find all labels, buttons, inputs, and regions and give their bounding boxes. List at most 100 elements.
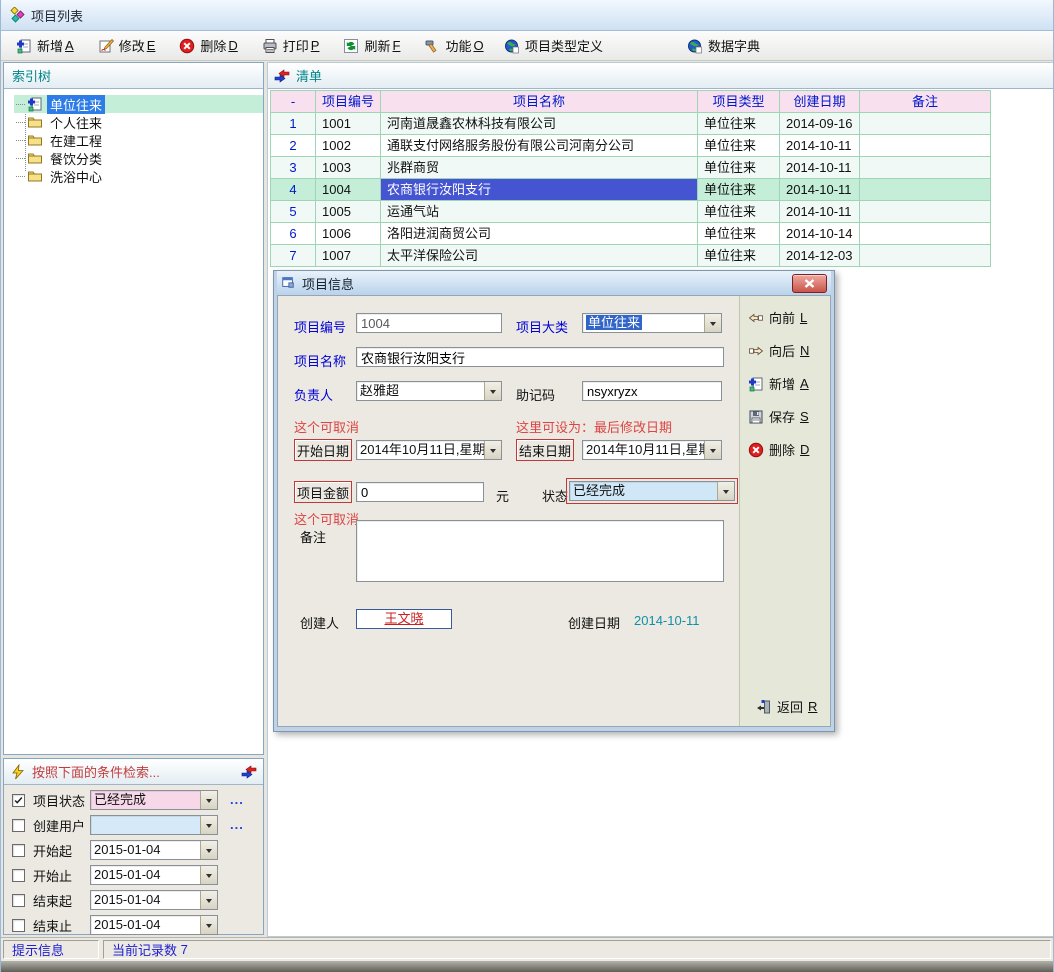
more-options-button[interactable]: ... <box>230 795 244 805</box>
condition-checkbox[interactable] <box>12 919 25 932</box>
project-code-cell[interactable]: 1007 <box>316 245 381 267</box>
remark-cell[interactable] <box>860 113 991 135</box>
row-number[interactable]: 5 <box>271 201 316 223</box>
project-code-cell[interactable]: 1001 <box>316 113 381 135</box>
sidebar-item[interactable]: 个人往来 <box>14 113 263 131</box>
project-name-cell[interactable]: 农商银行汝阳支行 <box>381 179 698 201</box>
dialog-button-n[interactable]: 向后 N <box>748 341 830 360</box>
condition-checkbox[interactable] <box>12 894 25 907</box>
end-date-button[interactable]: 结束日期 <box>516 439 574 461</box>
combo-arrow-button[interactable] <box>200 816 217 834</box>
condition-checkbox[interactable] <box>12 844 25 857</box>
sidebar-item[interactable]: 单位往来 <box>14 95 263 113</box>
sidebar-item[interactable]: 在建工程 <box>14 131 263 149</box>
row-number[interactable]: 6 <box>271 223 316 245</box>
remark-cell[interactable] <box>860 245 991 267</box>
project-name-cell[interactable]: 河南道晟鑫农林科技有限公司 <box>381 113 698 135</box>
condition-checkbox[interactable] <box>12 869 25 882</box>
create-date-cell[interactable]: 2014-09-16 <box>780 113 860 135</box>
start-date-combobox[interactable]: 2014年10月11日,星期: <box>356 440 502 460</box>
remark-cell[interactable] <box>860 157 991 179</box>
remark-cell[interactable] <box>860 223 991 245</box>
condition-combobox[interactable]: 2015-01-04 <box>90 890 218 910</box>
row-number[interactable]: 4 <box>271 179 316 201</box>
project-code-cell[interactable]: 1003 <box>316 157 381 179</box>
project-code-cell[interactable]: 1005 <box>316 201 381 223</box>
amount-button[interactable]: 项目金额 <box>294 481 352 503</box>
row-number[interactable]: 2 <box>271 135 316 157</box>
toolbar-button-d[interactable]: 删除D <box>176 34 240 57</box>
condition-combobox[interactable]: 2015-01-04 <box>90 840 218 860</box>
combo-arrow-button[interactable] <box>704 314 721 332</box>
swap-icon[interactable] <box>241 764 257 780</box>
create-date-cell[interactable]: 2014-10-14 <box>780 223 860 245</box>
remark-textarea[interactable] <box>356 520 724 582</box>
project-code-cell[interactable]: 1006 <box>316 223 381 245</box>
project-type-cell[interactable]: 单位往来 <box>698 157 780 179</box>
condition-combobox[interactable]: 2015-01-04 <box>90 915 218 935</box>
close-button[interactable] <box>792 274 827 293</box>
combo-arrow-button[interactable] <box>200 916 217 934</box>
dialog-button-return[interactable]: 返回 R <box>756 697 817 716</box>
combo-arrow-button[interactable] <box>200 866 217 884</box>
combo-arrow-button[interactable] <box>200 891 217 909</box>
sidebar-item[interactable]: 餐饮分类 <box>14 149 263 167</box>
condition-checkbox[interactable] <box>12 794 25 807</box>
project-code-cell[interactable]: 1002 <box>316 135 381 157</box>
manager-combobox[interactable]: 赵雅超 <box>356 381 502 401</box>
condition-combobox[interactable] <box>90 815 218 835</box>
remark-cell[interactable] <box>860 135 991 157</box>
create-date-cell[interactable]: 2014-10-11 <box>780 201 860 223</box>
row-number[interactable]: 1 <box>271 113 316 135</box>
project-code-input[interactable] <box>356 313 502 333</box>
sidebar-item[interactable]: 洗浴中心 <box>14 167 263 185</box>
remark-cell[interactable] <box>860 179 991 201</box>
amount-input[interactable] <box>356 482 484 502</box>
mnemonic-input[interactable] <box>582 381 722 401</box>
category-combobox[interactable]: 单位往来 <box>582 313 722 333</box>
project-type-cell[interactable]: 单位往来 <box>698 223 780 245</box>
toolbar-button-o[interactable]: 功能O <box>421 34 486 57</box>
dialog-button-l[interactable]: 向前 L <box>748 308 830 327</box>
combo-arrow-button[interactable] <box>484 382 501 400</box>
project-name-cell[interactable]: 运通气站 <box>381 201 698 223</box>
combo-arrow-button[interactable] <box>200 791 217 809</box>
remark-cell[interactable] <box>860 201 991 223</box>
create-date-cell[interactable]: 2014-12-03 <box>780 245 860 267</box>
project-type-cell[interactable]: 单位往来 <box>698 245 780 267</box>
combo-arrow-button[interactable] <box>717 482 734 500</box>
create-date-cell[interactable]: 2014-10-11 <box>780 179 860 201</box>
toolbar-button[interactable]: 项目类型定义 <box>501 34 606 57</box>
combo-arrow-button[interactable] <box>200 841 217 859</box>
create-date-cell[interactable]: 2014-10-11 <box>780 157 860 179</box>
combo-arrow-button[interactable] <box>484 441 501 459</box>
condition-checkbox[interactable] <box>12 819 25 832</box>
project-name-cell[interactable]: 兆群商贸 <box>381 157 698 179</box>
dialog-button-s[interactable]: 保存 S <box>748 407 830 426</box>
combo-arrow-button[interactable] <box>704 441 721 459</box>
project-type-cell[interactable]: 单位往来 <box>698 135 780 157</box>
project-type-cell[interactable]: 单位往来 <box>698 179 780 201</box>
toolbar-button-f[interactable]: 刷新F <box>340 34 403 57</box>
start-date-button[interactable]: 开始日期 <box>294 439 352 461</box>
project-code-cell[interactable]: 1004 <box>316 179 381 201</box>
create-date-cell[interactable]: 2014-10-11 <box>780 135 860 157</box>
project-type-cell[interactable]: 单位往来 <box>698 113 780 135</box>
project-name-input[interactable] <box>356 347 724 367</box>
status-combobox[interactable]: 已经完成 <box>569 481 735 501</box>
dialog-button-d[interactable]: 删除 D <box>748 440 830 459</box>
toolbar-button-p[interactable]: 打印P <box>259 34 323 57</box>
row-number[interactable]: 3 <box>271 157 316 179</box>
swap-icon[interactable] <box>274 68 290 84</box>
toolbar-button-a[interactable]: 新增A <box>13 34 77 57</box>
project-name-cell[interactable]: 通联支付网络服务股份有限公司河南分公司 <box>381 135 698 157</box>
more-options-button[interactable]: ... <box>230 820 244 830</box>
row-number[interactable]: 7 <box>271 245 316 267</box>
project-name-cell[interactable]: 洛阳进润商贸公司 <box>381 223 698 245</box>
project-name-cell[interactable]: 太平洋保险公司 <box>381 245 698 267</box>
toolbar-button-e[interactable]: 修改E <box>95 34 159 57</box>
toolbar-button[interactable]: 数据字典 <box>684 34 763 57</box>
project-type-cell[interactable]: 单位往来 <box>698 201 780 223</box>
end-date-combobox[interactable]: 2014年10月11日,星期 <box>582 440 722 460</box>
condition-combobox[interactable]: 已经完成 <box>90 790 218 810</box>
